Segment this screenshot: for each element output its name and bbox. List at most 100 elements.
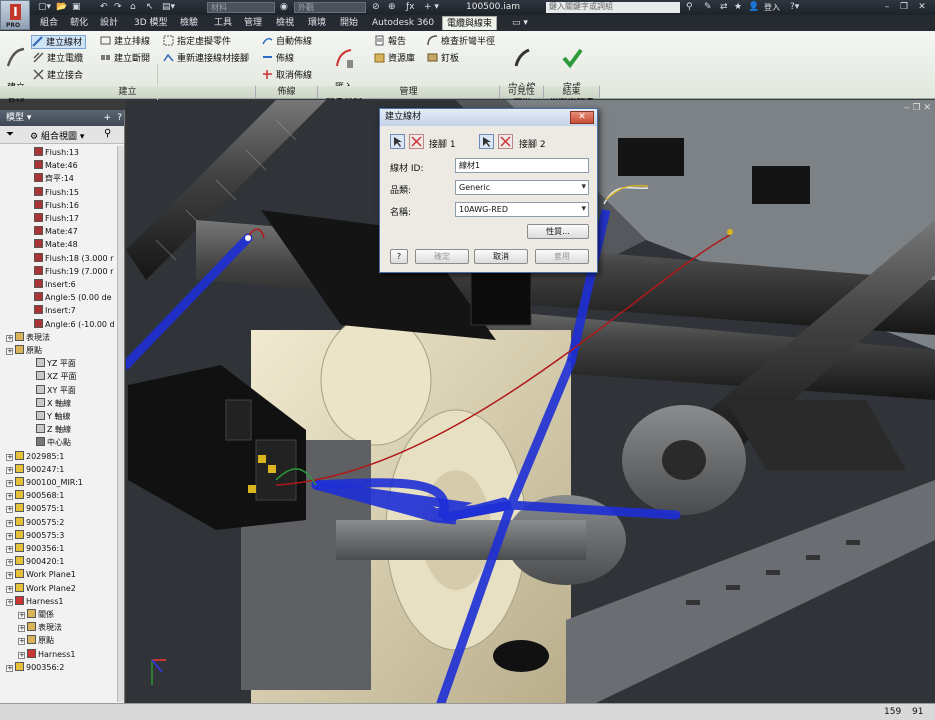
cancel-button[interactable]: 取消	[474, 249, 528, 264]
tree-node[interactable]: Angle:6 (-10.00 d	[34, 318, 115, 331]
assign-virtual-part-button[interactable]: 指定虛擬零件	[163, 35, 231, 49]
tab-extra[interactable]: ▭ ▾	[508, 16, 532, 30]
create-splice-button[interactable]: 建立接合	[33, 69, 83, 83]
tab-design[interactable]: 設計	[96, 16, 122, 30]
auto-route-button[interactable]: 自動佈線	[262, 35, 312, 49]
tree-node[interactable]: XZ 平面	[36, 370, 77, 383]
browser-scrollbar[interactable]	[117, 146, 124, 702]
route-button[interactable]: 佈線	[262, 52, 294, 66]
more-icon[interactable]: + ▾	[424, 2, 439, 13]
open-icon[interactable]: 📂	[56, 2, 67, 13]
tab-bim[interactable]: 韌化	[66, 16, 92, 30]
nailboard-button[interactable]: 釘板	[427, 52, 459, 66]
redo-icon[interactable]: ↷	[114, 2, 122, 13]
tree-node[interactable]: +900356:2	[6, 661, 64, 674]
tree-node[interactable]: + 原點	[6, 344, 42, 357]
tree-node[interactable]: XY 平面	[36, 384, 76, 397]
tab-tools[interactable]: 工具	[210, 16, 236, 30]
pin2-select-button[interactable]	[479, 134, 494, 149]
tree-node[interactable]: +900420:1	[6, 555, 64, 568]
tree-node[interactable]: +900575:3	[6, 529, 64, 542]
tree-node[interactable]: Z 軸線	[36, 423, 71, 436]
wire-id-field[interactable]: 線材1	[455, 158, 589, 173]
expand-icon[interactable]: +	[6, 598, 13, 606]
expand-icon[interactable]: +	[6, 453, 13, 461]
tree-node[interactable]: +900568:1	[6, 489, 64, 502]
favorite-icon[interactable]: ★	[734, 2, 742, 13]
tree-node[interactable]: + Work Plane2	[6, 582, 76, 595]
tree-node[interactable]: + 原點	[18, 634, 54, 647]
expand-icon[interactable]: +	[6, 585, 13, 593]
adjust-icon[interactable]: ⊕	[388, 2, 396, 13]
tree-node[interactable]: + 表現法	[18, 621, 62, 634]
update-icon[interactable]: ▤▾	[162, 2, 175, 13]
tree-node[interactable]: Insert:6	[34, 278, 76, 291]
tree-node[interactable]: Y 軸線	[36, 410, 70, 423]
category-select[interactable]: Generic	[455, 180, 589, 195]
tree-node[interactable]: + Work Plane1	[6, 568, 76, 581]
tree-node[interactable]: Insert:7	[34, 304, 76, 317]
search-input[interactable]: 鍵入關鍵字或詞組	[546, 2, 680, 13]
expand-icon[interactable]: +	[6, 348, 13, 355]
expand-icon[interactable]: +	[6, 480, 13, 487]
pin1-clear-button[interactable]	[409, 134, 424, 149]
app-menu-button[interactable]: I PRO	[0, 0, 30, 30]
tree-node[interactable]: + Harness1	[18, 648, 75, 661]
minimize-icon[interactable]: –	[880, 1, 894, 13]
tab-assemble[interactable]: 組合	[36, 16, 62, 30]
tree-node[interactable]: +900247:1	[6, 463, 64, 476]
user-icon[interactable]: 👤	[748, 2, 759, 13]
tab-manage[interactable]: 管理	[240, 16, 266, 30]
help-button[interactable]: ?	[390, 249, 408, 264]
tab-get-started[interactable]: 開始	[336, 16, 362, 30]
tree-node[interactable]: +202985:1	[6, 450, 64, 463]
tree-node[interactable]: X 軸線	[36, 397, 71, 410]
tree-node[interactable]: Mate:47	[34, 225, 78, 238]
tree-node[interactable]: YZ 平面	[36, 357, 76, 370]
expand-icon[interactable]: +	[6, 559, 13, 567]
tab-inspect[interactable]: 檢驗	[176, 16, 202, 30]
exchange-icon[interactable]: ⇄	[720, 2, 728, 13]
expand-icon[interactable]: +	[6, 546, 13, 553]
tab-autodesk-360[interactable]: Autodesk 360	[368, 16, 438, 30]
unroute-button[interactable]: 取消佈線	[262, 69, 312, 83]
viewport-window-controls[interactable]: ‒ ❐ ✕	[904, 103, 931, 113]
filter-icon[interactable]: ⏷	[6, 129, 14, 140]
check-bend-radius-button[interactable]: 檢查折彎半徑	[427, 35, 495, 49]
expand-icon[interactable]: +	[18, 638, 25, 646]
new-icon[interactable]: ▢▾	[38, 2, 51, 13]
expand-icon[interactable]: +	[6, 519, 13, 527]
undo-icon[interactable]: ↶	[100, 2, 108, 13]
tree-node[interactable]: + 表現法	[6, 331, 50, 344]
restore-icon[interactable]: ❐	[897, 1, 911, 13]
create-ribbon-cable-button[interactable]: 建立排線	[100, 35, 150, 49]
find-icon[interactable]: ⚲	[104, 128, 111, 139]
tree-node[interactable]: 中心點	[36, 436, 71, 449]
pin1-select-button[interactable]	[390, 134, 405, 149]
select-icon[interactable]: ↖	[146, 2, 154, 13]
fx-icon[interactable]: ƒx	[406, 2, 415, 13]
browser-help-icon[interactable]: ?	[117, 110, 122, 126]
tree-node[interactable]: Mate:46	[34, 159, 78, 172]
subscription-icon[interactable]: ✎	[704, 2, 712, 13]
expand-icon[interactable]: +	[6, 334, 13, 342]
home-icon[interactable]: ⌂	[130, 2, 136, 13]
tree-node[interactable]: + 關係	[18, 608, 54, 621]
tree-node[interactable]: Mate:48	[34, 238, 78, 251]
browser-add-icon[interactable]: +	[103, 110, 111, 126]
tab-view[interactable]: 檢視	[272, 16, 298, 30]
tree-node[interactable]: + Harness1	[6, 595, 63, 608]
tree-node[interactable]: Flush:17	[34, 212, 79, 225]
expand-icon[interactable]: +	[6, 493, 13, 501]
report-button[interactable]: 報告	[374, 35, 406, 49]
create-cable-button[interactable]: 建立電纜	[33, 52, 83, 66]
appearance-combo[interactable]: 外觀	[294, 2, 366, 13]
properties-button[interactable]: 性質...	[527, 224, 589, 239]
tree-node[interactable]: 齊平:14	[34, 172, 74, 185]
reconnect-wire-button[interactable]: 重新連接線材接腳	[163, 52, 249, 66]
name-select[interactable]: 10AWG-RED	[455, 202, 589, 217]
expand-icon[interactable]: +	[18, 625, 25, 633]
tree-node[interactable]: Flush:18 (3.000 r	[34, 252, 113, 265]
material-combo[interactable]: 材料	[207, 2, 275, 13]
tab-3d-model[interactable]: 3D 模型	[130, 16, 172, 30]
